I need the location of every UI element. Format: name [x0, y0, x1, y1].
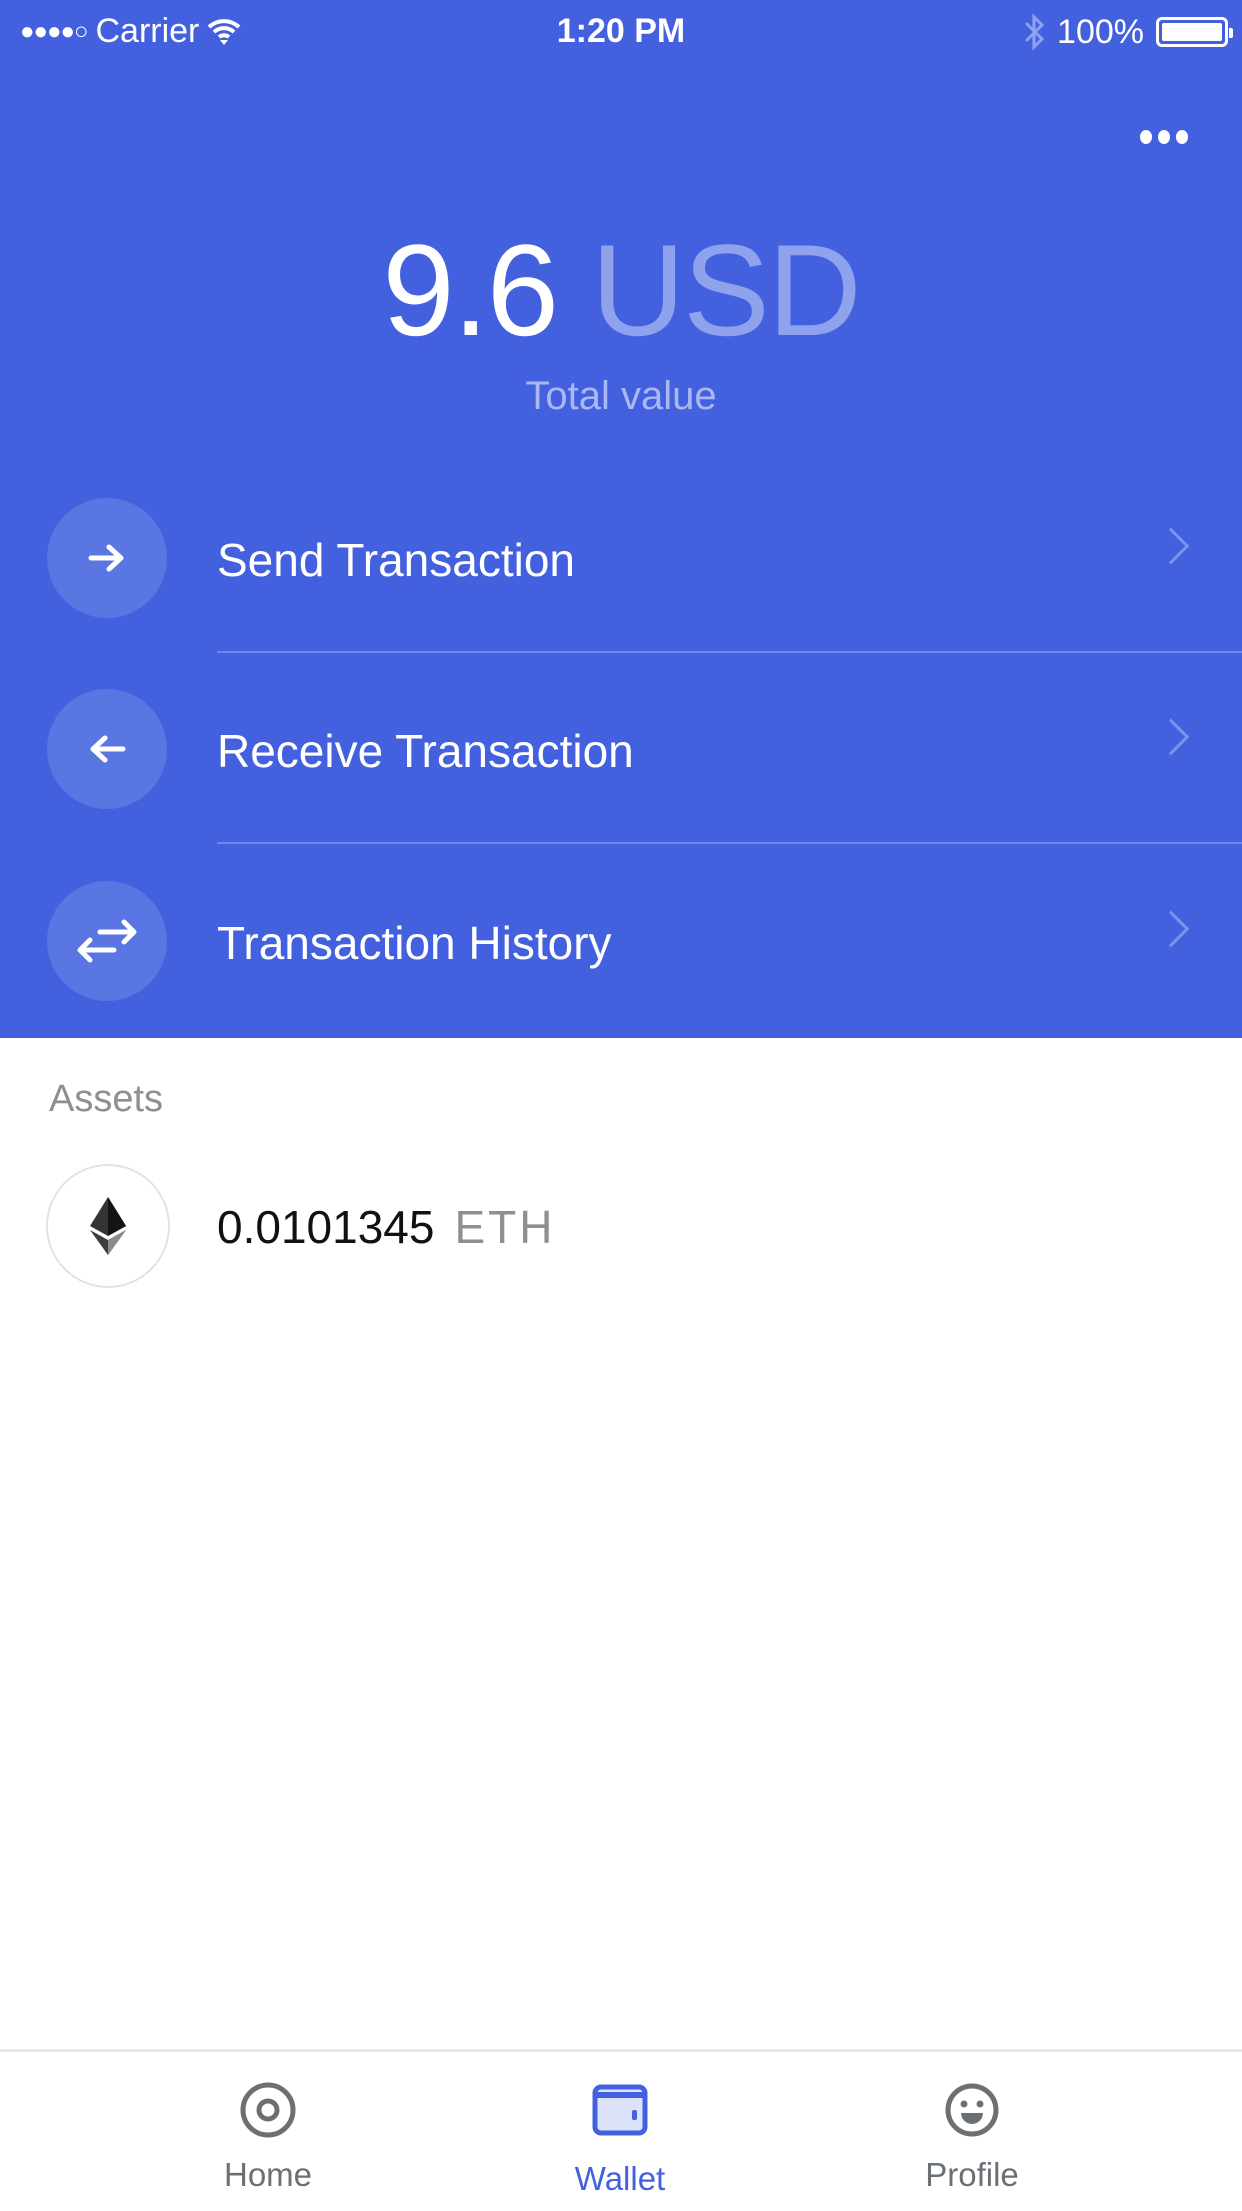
divider	[217, 651, 1242, 653]
tab-home[interactable]: Home	[118, 2052, 418, 2211]
tab-bar: Home Wallet Profile	[0, 2049, 1242, 2208]
target-icon	[238, 2080, 298, 2140]
smiley-icon	[942, 2080, 1002, 2140]
asset-amount: 0.0101345	[217, 1201, 435, 1253]
transaction-history-label: Transaction History	[217, 917, 612, 969]
tab-home-label: Home	[223, 2156, 313, 2193]
bluetooth-icon	[1024, 13, 1045, 51]
chevron-right-icon	[1152, 527, 1190, 565]
battery-icon	[1156, 17, 1233, 47]
arrow-left-icon	[47, 689, 167, 809]
total-currency: USD	[591, 217, 861, 363]
swap-arrows-icon	[47, 881, 167, 1001]
asset-row-eth[interactable]: 0.0101345 ETH	[0, 1160, 1242, 1290]
total-amount: 9.6	[382, 217, 559, 363]
ethereum-icon	[46, 1164, 170, 1288]
divider	[217, 842, 1242, 844]
arrow-right-icon	[47, 498, 167, 618]
tab-profile[interactable]: Profile	[822, 2052, 1122, 2211]
receive-transaction-label: Receive Transaction	[217, 725, 634, 777]
asset-symbol: ETH	[454, 1201, 556, 1253]
tab-wallet-label: Wallet	[574, 2160, 666, 2197]
total-value-label: Total value	[525, 374, 717, 418]
wallet-icon	[590, 2080, 650, 2140]
tab-wallet[interactable]: Wallet	[470, 2052, 770, 2211]
battery-percent: 100%	[1057, 12, 1144, 51]
transaction-history-row[interactable]: Transaction History	[0, 846, 1242, 1036]
send-transaction-row[interactable]: Send Transaction	[0, 463, 1242, 653]
send-transaction-label: Send Transaction	[217, 534, 576, 586]
receive-transaction-row[interactable]: Receive Transaction	[0, 654, 1242, 844]
chevron-right-icon	[1152, 718, 1190, 756]
tab-profile-label: Profile	[925, 2156, 1019, 2193]
wallet-header: ●●●●○ Carrier 1:20 PM 100% 9.6 USD Total…	[0, 0, 1242, 1038]
more-options-button[interactable]	[1140, 130, 1188, 144]
total-value: 9.6 USD	[0, 220, 1242, 360]
status-bar: ●●●●○ Carrier 1:20 PM 100%	[0, 0, 1242, 64]
assets-header: Assets	[49, 1078, 164, 1120]
chevron-right-icon	[1152, 910, 1190, 948]
